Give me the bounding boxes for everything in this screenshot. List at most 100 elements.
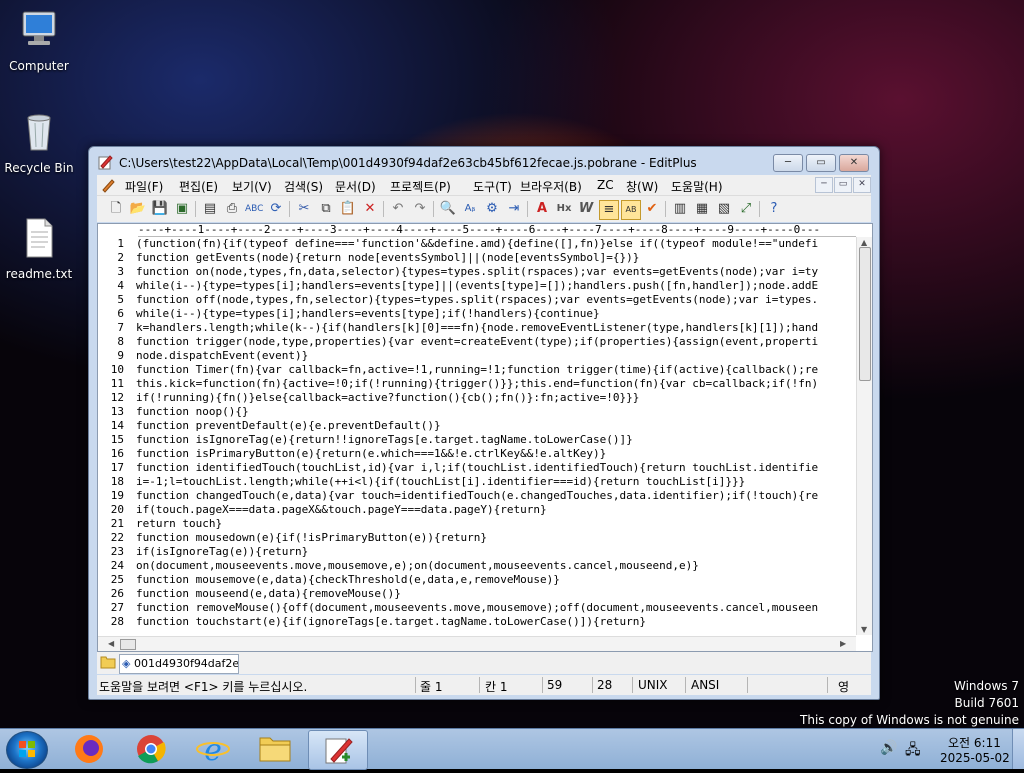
taskbar-internet-explorer[interactable]: e [184,730,242,768]
save-all-icon[interactable]: ▣ [173,200,191,218]
find-icon[interactable]: 🔍 [439,200,457,218]
help-icon[interactable]: ? [765,200,783,218]
cliptext-window-icon[interactable]: ▦ [693,200,711,218]
scroll-left-arrow-icon[interactable]: ◀ [108,639,114,648]
code-line[interactable]: function mouseend(e,data){removeMouse()} [136,587,401,601]
find-in-files-icon[interactable]: ⚙ [483,200,501,218]
menu-search[interactable]: 검색(S) [284,178,323,195]
desktop-icon-recycle-bin[interactable]: Recycle Bin [0,110,78,175]
menu-browser[interactable]: 브라우저(B) [520,178,582,195]
code-line[interactable]: i=-1;l=touchList.length;while(++i<l){if(… [136,475,745,489]
scroll-up-arrow-icon[interactable]: ▲ [861,238,867,247]
hex-view-icon[interactable]: Hx [555,200,573,218]
code-line[interactable]: function mousedown(e){if(!isPrimaryButto… [136,531,487,545]
show-desktop-button[interactable] [1012,729,1024,769]
redo-icon[interactable]: ↷ [411,200,429,218]
taskbar-firefox[interactable] [60,730,118,768]
code-text-area[interactable]: (function(fn){if(typeof define==='functi… [136,237,856,635]
menu-tools[interactable]: 도구(T) [473,178,512,195]
paste-icon[interactable]: 📋 [339,200,357,218]
folder-icon[interactable] [100,655,116,669]
document-tab[interactable]: ◈ 001d4930f94daf2e63cb45bf612fecae.js.po… [119,654,239,674]
scroll-right-arrow-icon[interactable]: ▶ [840,639,846,648]
code-line[interactable]: function touchstart(e){if(ignoreTags[e.t… [136,615,646,629]
code-line[interactable]: function Timer(fn){var callback=fn,activ… [136,363,818,377]
start-button[interactable] [6,731,48,769]
menu-file[interactable]: 파일(F) [125,178,163,195]
code-line[interactable]: function preventDefault(e){e.preventDefa… [136,419,441,433]
code-line[interactable]: function changedTouch(e,data){var touch=… [136,489,818,503]
taskbar-file-explorer[interactable] [246,730,304,768]
horizontal-scrollbar[interactable]: ◀ ▶ [98,636,856,651]
code-line[interactable]: function getEvents(node){return node[eve… [136,251,639,265]
code-line[interactable]: function on(node,types,fn,data,selector)… [136,265,818,279]
menu-edit[interactable]: 편집(E) [179,178,218,195]
output-window-icon[interactable]: ▧ [715,200,733,218]
code-line[interactable]: while(i--){type=types[i];handlers=events… [136,307,600,321]
code-line[interactable]: while(i--){type=types[i];handlers=events… [136,279,818,293]
horizontal-scroll-thumb[interactable] [120,639,136,650]
replace-icon[interactable]: Aᵦ [461,200,479,218]
directory-window-icon[interactable]: ▥ [671,200,689,218]
maximize-button[interactable]: ▭ [806,154,836,172]
desktop-icon-readme[interactable]: readme.txt [0,216,78,281]
volume-icon[interactable]: 🔊 [880,740,897,756]
minimize-button[interactable]: ─ [773,154,803,172]
vertical-scrollbar[interactable]: ▲ ▼ [856,237,872,635]
code-line[interactable]: node.dispatchEvent(event)} [136,349,308,363]
ruler-toggle-icon[interactable]: AB [621,200,641,220]
taskbar-editplus[interactable] [308,730,368,770]
code-line[interactable]: function trigger(node,type,properties){v… [136,335,818,349]
document-pencil-icon[interactable] [101,177,117,193]
taskbar-chrome[interactable] [122,730,180,768]
menu-document[interactable]: 문서(D) [335,178,376,195]
network-icon[interactable]: 🖧 [905,739,921,763]
vertical-scroll-thumb[interactable] [859,247,871,381]
tray-time[interactable]: 오전 6:11 [948,734,1001,751]
scroll-down-arrow-icon[interactable]: ▼ [861,625,867,634]
code-line[interactable]: function isPrimaryButton(e){return(e.whi… [136,447,606,461]
save-icon[interactable]: 💾 [151,200,169,218]
word-wrap-icon[interactable]: ⟳ [267,200,285,218]
menu-window[interactable]: 창(W) [626,178,658,195]
code-line[interactable]: function off(node,types,fn,selector){typ… [136,293,818,307]
code-line[interactable]: function removeMouse(){off(document,mous… [136,601,818,615]
cut-icon[interactable]: ✂ [295,200,313,218]
undo-icon[interactable]: ↶ [389,200,407,218]
code-line[interactable]: if(touch.pageX===data.pageX&&touch.pageY… [136,503,547,517]
doc-close-button[interactable]: ✕ [853,177,871,193]
code-line[interactable]: k=handlers.length;while(k--){if(handlers… [136,321,818,335]
title-bar[interactable]: C:\Users\test22\AppData\Local\Temp\001d4… [89,147,879,175]
close-button[interactable]: ✕ [839,154,869,172]
delete-icon[interactable]: ✕ [361,200,379,218]
code-line[interactable]: return touch} [136,517,222,531]
new-file-icon[interactable]: 🗋 [107,200,125,218]
code-line[interactable]: function noop(){} [136,405,249,419]
menu-zc[interactable]: ZC [597,178,614,192]
doc-restore-button[interactable]: ▭ [834,177,852,193]
menu-help[interactable]: 도움말(H) [671,178,723,195]
code-line[interactable]: this.kick=function(fn){active=!0;if(!run… [136,377,818,391]
browser-preview-icon[interactable]: ⤢ [737,200,755,218]
editor-pane[interactable]: ----+----1----+----2----+----3----+----4… [97,223,873,652]
menu-project[interactable]: 프로젝트(P) [390,178,451,195]
doc-minimize-button[interactable]: ─ [815,177,833,193]
code-line[interactable]: on(document,mouseevents.move,mousemove,e… [136,559,699,573]
code-line[interactable]: if(!running){fn()}else{callback=active?f… [136,391,639,405]
copy-icon[interactable]: ⧉ [317,200,335,218]
code-line[interactable]: function identifiedTouch(touchList,id){v… [136,461,818,475]
goto-line-icon[interactable]: ⇥ [505,200,523,218]
code-line[interactable]: (function(fn){if(typeof define==='functi… [136,237,818,251]
line-numbers-toggle-icon[interactable]: ≡ [599,200,619,220]
checkmark-icon[interactable]: ✔ [643,200,661,218]
tray-date[interactable]: 2025-05-02 [940,751,1010,765]
print-icon[interactable]: ⎙ [223,200,241,218]
menu-view[interactable]: 보기(V) [232,178,272,195]
desktop-icon-computer[interactable]: Computer [0,8,78,73]
font-icon[interactable]: A [533,200,551,218]
spell-check-icon[interactable]: ABC [245,200,263,218]
code-line[interactable]: if(isIgnoreTag(e)){return} [136,545,308,559]
print-preview-icon[interactable]: ▤ [201,200,219,218]
code-line[interactable]: function isIgnoreTag(e){return!!ignoreTa… [136,433,633,447]
word-wrap-toggle-icon[interactable]: W [577,200,595,218]
